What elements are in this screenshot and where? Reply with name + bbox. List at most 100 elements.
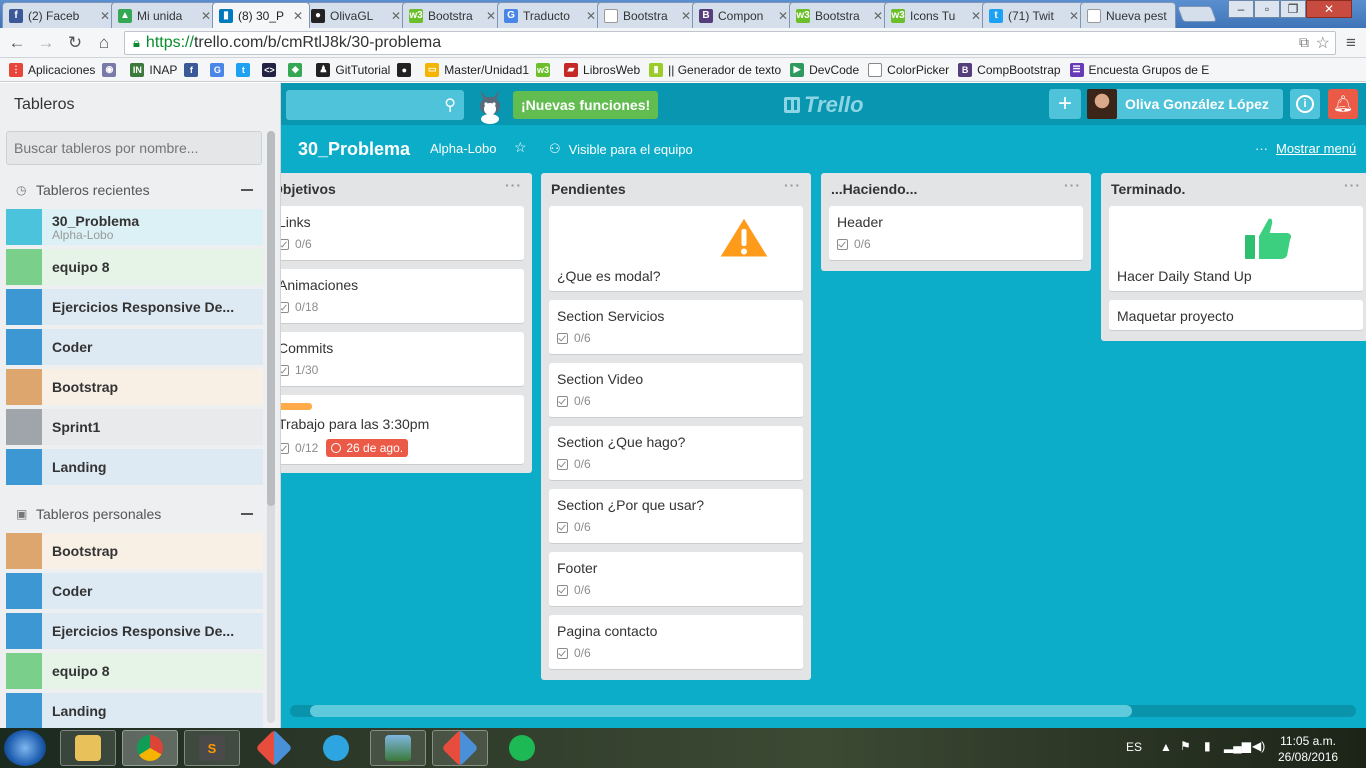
sidebar-board-item[interactable]: Coder [6, 329, 263, 365]
card[interactable]: ¿Que es modal? [549, 206, 803, 292]
recent-boards-heading[interactable]: ◷ Tableros recientes [16, 182, 150, 198]
tab-close-icon[interactable]: ✕ [1069, 9, 1079, 23]
bookmark-item[interactable]: G [210, 62, 229, 77]
browser-tab[interactable]: ▮ (8) 30_P ✕ [212, 2, 310, 28]
browser-tab[interactable]: G Traducto ✕ [497, 2, 603, 28]
home-icon[interactable]: ⌂ [93, 32, 115, 54]
sidebar-board-item[interactable]: Landing [6, 693, 263, 729]
taskbar-gitkraken[interactable] [246, 729, 302, 767]
card[interactable]: Trabajo para las 3:30pm 0/12 26 de ago. [270, 395, 524, 465]
sidebar-board-item[interactable]: Landing [6, 449, 263, 485]
tab-close-icon[interactable]: ✕ [391, 9, 401, 23]
tab-close-icon[interactable]: ✕ [100, 9, 110, 23]
browser-tab[interactable]: w3 Icons Tu ✕ [884, 2, 988, 28]
clock[interactable]: 11:05 a.m. 26/08/2016 [1278, 733, 1338, 765]
sidebar-board-item[interactable]: equipo 8 [6, 249, 263, 285]
bookmark-item[interactable]: ⋮ Aplicaciones [9, 62, 95, 77]
collapse-recent-icon[interactable] [241, 189, 253, 191]
sidebar-board-item[interactable]: Bootstrap [6, 369, 263, 405]
forward-icon[interactable]: → [35, 32, 57, 54]
bookmark-item[interactable]: ◉ [102, 62, 121, 77]
tab-close-icon[interactable]: ✕ [681, 9, 691, 23]
collapse-personal-icon[interactable] [241, 513, 253, 515]
card[interactable]: Animaciones 0/18 [270, 269, 524, 324]
tab-close-icon[interactable]: ✕ [486, 9, 496, 23]
back-icon[interactable]: ← [6, 32, 28, 54]
sidebar-board-item[interactable]: Ejercicios Responsive De... [6, 289, 263, 325]
start-button[interactable] [4, 730, 46, 766]
list-menu-icon[interactable]: ··· [1344, 177, 1361, 193]
taskbar-chrome[interactable] [122, 730, 178, 766]
card[interactable]: Hacer Daily Stand Up [1109, 206, 1363, 292]
taskbar-telegram[interactable] [308, 730, 364, 766]
bookmark-item[interactable]: t [236, 62, 255, 77]
sidebar-scrollbar[interactable] [267, 131, 275, 723]
tab-close-icon[interactable]: ✕ [586, 9, 596, 23]
taskbar-spotify[interactable] [494, 730, 550, 766]
list-header[interactable]: Terminado. ··· [1101, 173, 1366, 201]
window-user-button[interactable]: ▫ [1254, 0, 1280, 18]
bookmark-item[interactable]: ◆ [288, 62, 307, 77]
browser-tab[interactable]: f (2) Faceb ✕ [2, 2, 117, 28]
list-menu-icon[interactable]: ··· [784, 177, 801, 193]
window-minimize-button[interactable]: – [1228, 0, 1254, 18]
card[interactable]: Section Servicios 0/6 [549, 300, 803, 355]
bookmark-item[interactable]: B CompBootstrap [958, 62, 1061, 77]
address-bar[interactable]: 🔒︎ https:// trello.com/b/cmRtlJ8k/30-pro… [124, 31, 1336, 55]
tab-close-icon[interactable]: ✕ [971, 9, 981, 23]
browser-tab[interactable]: ▲ Mi unida ✕ [111, 2, 218, 28]
board-search-input[interactable] [6, 131, 262, 165]
card[interactable]: Commits 1/30 [270, 332, 524, 387]
taskbar-photos[interactable] [370, 730, 426, 766]
network-icon[interactable]: ▂▄▆ [1224, 739, 1251, 753]
browser-tab[interactable]: Bootstra ✕ [597, 2, 698, 28]
bookmark-item[interactable]: ▰ LibrosWeb [564, 62, 640, 77]
tab-close-icon[interactable]: ✕ [778, 9, 788, 23]
personal-boards-heading[interactable]: ▣ Tableros personales [16, 506, 161, 522]
browser-tab[interactable]: Nueva pest [1080, 2, 1176, 28]
new-tab-button[interactable] [1177, 6, 1217, 22]
bookmark-item[interactable]: ☰ Encuesta Grupos de E [1069, 62, 1209, 77]
card[interactable]: Pagina contacto 0/6 [549, 615, 803, 670]
flag-icon[interactable]: ⚑ [1180, 739, 1191, 753]
volume-icon[interactable]: ◀) [1252, 739, 1265, 753]
bookmark-item[interactable]: <> [262, 62, 281, 77]
list-header[interactable]: Pendientes ··· [541, 173, 811, 201]
taskbar-sublime[interactable]: S [184, 730, 240, 766]
battery-icon[interactable]: ▮ [1204, 739, 1211, 753]
window-maximize-button[interactable]: ❐ [1280, 0, 1306, 18]
sidebar-board-item[interactable]: 30_Problema Alpha-Lobo [6, 209, 263, 245]
show-hidden-icons-icon[interactable]: ▲ [1160, 740, 1172, 754]
scrollbar-thumb[interactable] [310, 705, 1132, 717]
bookmark-item[interactable]: ColorPicker [868, 62, 949, 77]
card[interactable]: Footer 0/6 [549, 552, 803, 607]
browser-tab[interactable]: w3 Bootstra ✕ [402, 2, 503, 28]
bookmark-star-icon[interactable]: ☆ [1316, 33, 1330, 53]
browser-tab[interactable]: t (71) Twit ✕ [982, 2, 1086, 28]
sidebar-board-item[interactable]: equipo 8 [6, 653, 263, 689]
sidebar-board-item[interactable]: Coder [6, 573, 263, 609]
bookmark-item[interactable]: ♟ GitTutorial [316, 62, 390, 77]
board-horizontal-scrollbar[interactable] [290, 705, 1356, 717]
card[interactable]: Section Video 0/6 [549, 363, 803, 418]
browser-tab[interactable]: ● OlivaGL ✕ [304, 2, 408, 28]
bookmark-item[interactable]: ● [397, 62, 416, 77]
taskbar-explorer[interactable] [60, 730, 116, 766]
bookmark-item[interactable]: IN INAP [130, 62, 177, 77]
card[interactable]: Section ¿Por que usar? 0/6 [549, 489, 803, 544]
bookmark-item[interactable]: f [184, 62, 203, 77]
card[interactable]: Section ¿Que hago? 0/6 [549, 426, 803, 481]
reload-icon[interactable]: ↻ [64, 32, 86, 54]
card[interactable]: Maquetar proyecto [1109, 300, 1363, 331]
taskbar-git[interactable] [432, 729, 488, 767]
list-menu-icon[interactable]: ··· [505, 177, 522, 193]
translate-icon[interactable]: ⧉ [1299, 34, 1309, 51]
tab-close-icon[interactable]: ✕ [201, 9, 211, 23]
due-date-badge[interactable]: 26 de ago. [326, 439, 409, 457]
card[interactable]: Links 0/6 [270, 206, 524, 261]
bookmark-item[interactable]: ▶ DevCode [790, 62, 859, 77]
window-close-button[interactable]: ✕ [1306, 0, 1352, 18]
list-header[interactable]: ...Haciendo... ··· [821, 173, 1091, 201]
chrome-menu-icon[interactable]: ≡ [1340, 32, 1362, 54]
browser-tab[interactable]: w3 Bootstra ✕ [789, 2, 890, 28]
